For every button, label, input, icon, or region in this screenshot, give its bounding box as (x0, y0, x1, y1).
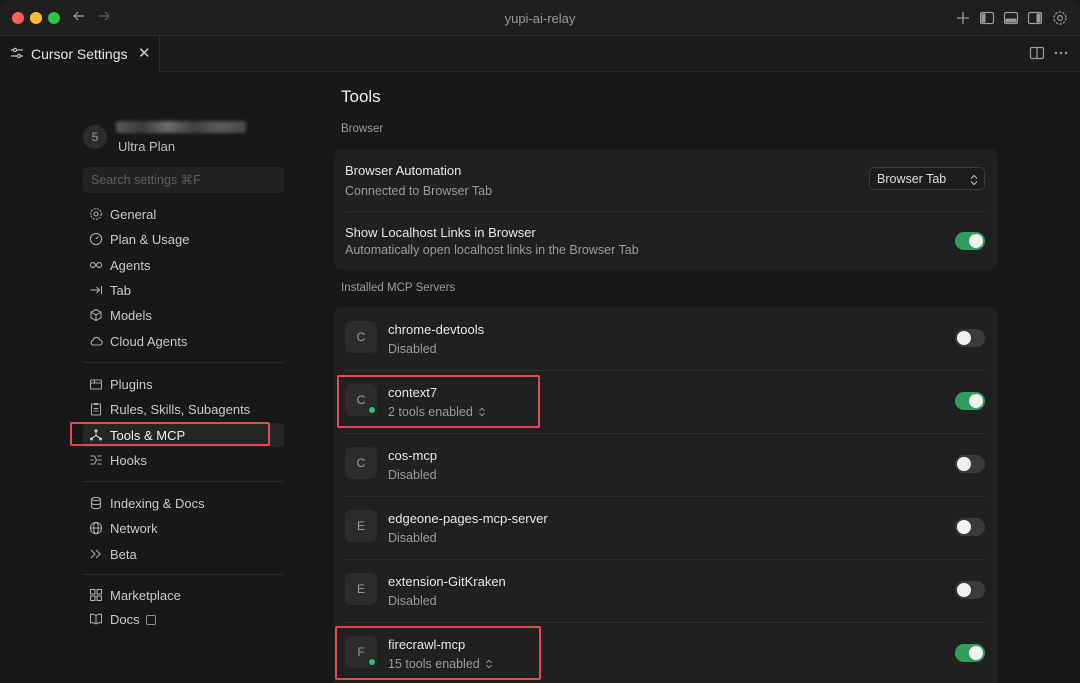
docs-label: Docs (110, 612, 140, 627)
globe-icon (89, 521, 103, 535)
grid-icon (89, 588, 103, 602)
server-name: cos-mcp (388, 448, 438, 463)
close-tab-icon[interactable]: ✕ (138, 44, 151, 62)
infinity-icon (89, 258, 103, 272)
chevron-updown-icon (485, 658, 493, 669)
section-label-mcp-servers: Installed MCP Servers (341, 282, 456, 294)
database-icon (89, 496, 103, 510)
server-tools-dropdown[interactable]: 15 tools enabled (388, 657, 493, 671)
mcp-servers-card (334, 307, 998, 683)
chevron-updown-icon (478, 406, 486, 417)
server-avatar: E (345, 573, 377, 605)
sidebar-divider (83, 481, 284, 482)
book-icon (89, 612, 103, 626)
sidebar-item-docs[interactable]: Docs (83, 607, 284, 631)
redacted-user-email (116, 121, 246, 133)
row-divider (345, 559, 986, 560)
user-plan: Ultra Plan (118, 139, 176, 154)
window-title: yupi-ai-relay (504, 11, 576, 26)
tab-arrow-icon (89, 283, 103, 297)
server-name: firecrawl-mcp (388, 637, 466, 652)
external-link-icon (145, 615, 156, 625)
gauge-icon (89, 232, 103, 246)
sidebar-item-hooks[interactable]: Hooks (83, 448, 284, 472)
server-status: Disabled (388, 342, 437, 356)
sidebar-item-tab[interactable]: Tab (83, 278, 284, 302)
toggle-secondary-sidebar-icon[interactable] (1026, 9, 1044, 27)
sidebar-item-cloud-agents[interactable]: Cloud Agents (83, 329, 284, 353)
sidebar-item-plugins[interactable]: Plugins (83, 372, 284, 396)
tab-label: Cursor Settings (31, 46, 128, 62)
server-name: extension-GitKraken (388, 574, 506, 589)
split-editor-icon[interactable] (1029, 45, 1045, 64)
settings-gear-icon[interactable] (1051, 9, 1069, 27)
status-dot (368, 658, 376, 666)
section-label-browser: Browser (341, 123, 384, 135)
sidebar-item-beta[interactable]: Beta (83, 542, 284, 566)
browser-automation-status: Connected to Browser Tab (345, 184, 493, 198)
row-divider (345, 370, 986, 371)
localhost-links-toggle[interactable] (955, 232, 985, 250)
server-toggle-extension-gitkraken[interactable] (955, 581, 985, 599)
server-toggle-firecrawl-mcp[interactable] (955, 644, 985, 662)
sliders-icon (10, 46, 24, 60)
search-input[interactable] (83, 167, 284, 193)
localhost-links-description: Automatically open localhost links in th… (345, 243, 639, 257)
chevron-updown-icon (969, 173, 979, 186)
server-status: Disabled (388, 468, 437, 482)
server-status: Disabled (388, 594, 437, 608)
sidebar-item-marketplace[interactable]: Marketplace (83, 583, 284, 607)
server-toggle-edgeone-pages-mcp-server[interactable] (955, 518, 985, 536)
sidebar-item-models[interactable]: Models (83, 303, 284, 327)
row-divider (345, 211, 986, 212)
browser-automation-title: Browser Automation (345, 163, 462, 178)
sidebar-item-agents[interactable]: Agents (83, 253, 284, 277)
server-toggle-chrome-devtools[interactable] (955, 329, 985, 347)
package-icon (89, 377, 103, 391)
server-toggle-cos-mcp[interactable] (955, 455, 985, 473)
cube-icon (89, 308, 103, 322)
title-bar: yupi-ai-relay (0, 0, 1080, 36)
network-nodes-icon (89, 428, 103, 442)
row-divider (345, 622, 986, 623)
sidebar-item-plan-usage[interactable]: Plan & Usage (83, 227, 284, 251)
sidebar-item-network[interactable]: Network (83, 516, 284, 540)
sidebar-item-indexing-docs[interactable]: Indexing & Docs (83, 491, 284, 515)
plus-icon[interactable] (954, 9, 972, 27)
status-dot (368, 406, 376, 414)
server-avatar: C (345, 321, 377, 353)
tab-bar: Cursor Settings ✕ (0, 36, 1080, 72)
server-name: edgeone-pages-mcp-server (388, 511, 548, 526)
avatar: 5 (83, 125, 107, 149)
server-status: Disabled (388, 531, 437, 545)
server-avatar: C (345, 447, 377, 479)
browser-automation-select[interactable]: Browser Tab (869, 167, 985, 190)
more-actions-icon[interactable] (1053, 45, 1069, 64)
server-name: chrome-devtools (388, 322, 485, 337)
tab-cursor-settings[interactable]: Cursor Settings ✕ (0, 36, 160, 72)
localhost-links-title: Show Localhost Links in Browser (345, 225, 536, 240)
row-divider (345, 433, 986, 434)
page-title: Tools (341, 87, 381, 106)
app-window: yupi-ai-relay Cursor Settings ✕ 5 Ultra … (0, 0, 1080, 683)
sidebar-item-tools-mcp[interactable]: Tools & MCP (83, 423, 284, 447)
sidebar-divider (83, 362, 284, 363)
double-chevron-icon (89, 547, 103, 561)
sidebar-item-rules-skills-subagents[interactable]: Rules, Skills, Subagents (83, 397, 284, 421)
server-toggle-context7[interactable] (955, 392, 985, 410)
gear-icon (89, 207, 103, 221)
server-avatar: E (345, 510, 377, 542)
server-tools-dropdown[interactable]: 2 tools enabled (388, 405, 486, 419)
hooks-icon (89, 453, 103, 467)
sidebar-item-general[interactable]: General (83, 202, 284, 226)
clipboard-icon (89, 402, 103, 416)
cloud-icon (89, 334, 103, 348)
toggle-sidebar-icon[interactable] (978, 9, 996, 27)
server-name: context7 (388, 385, 438, 400)
toggle-panel-icon[interactable] (1002, 9, 1020, 27)
row-divider (345, 496, 986, 497)
sidebar-divider (83, 574, 284, 575)
